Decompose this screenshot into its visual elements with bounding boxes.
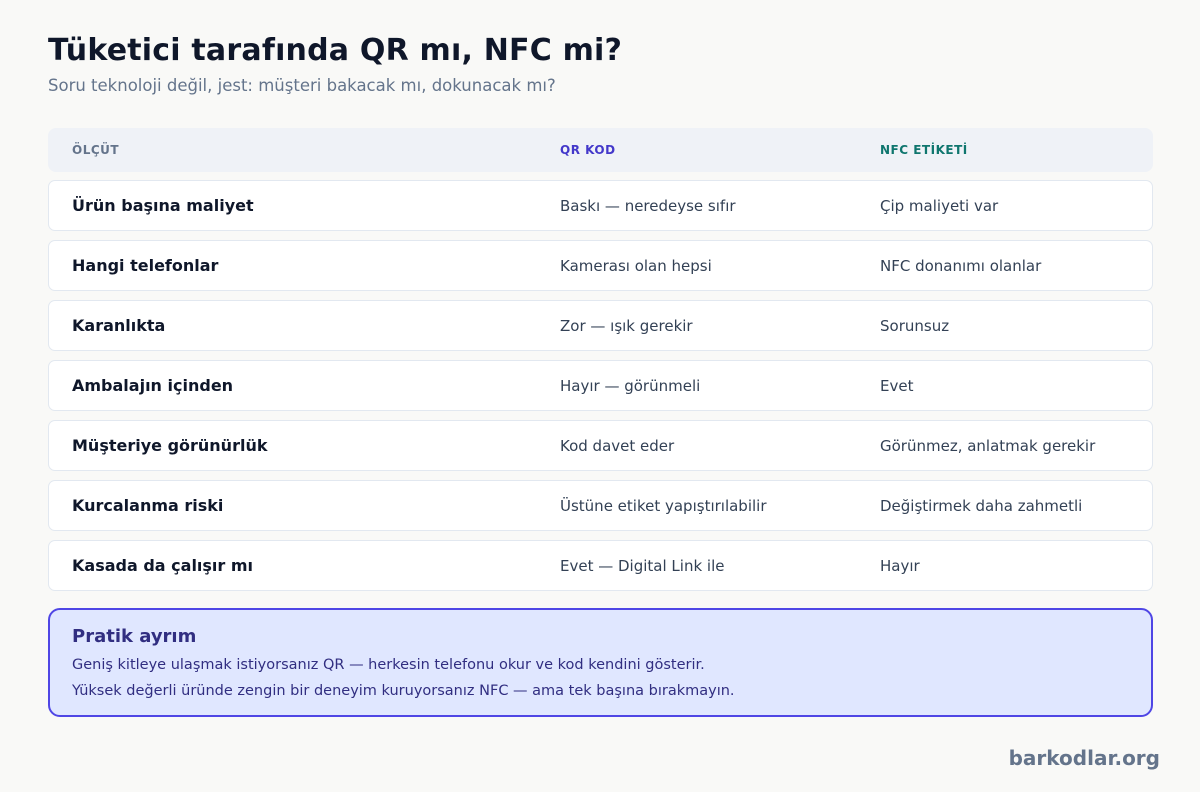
page-title: Tüketici tarafında QR mı, NFC mi? bbox=[48, 33, 623, 68]
row-qr-value: Baskı — neredeyse sıfır bbox=[560, 197, 736, 215]
row-nfc-value: Değiştirmek daha zahmetli bbox=[880, 497, 1083, 515]
row-qr-value: Hayır — görünmeli bbox=[560, 377, 701, 395]
row-criterion: Hangi telefonlar bbox=[72, 256, 219, 275]
row-qr-value: Kamerası olan hepsi bbox=[560, 257, 712, 275]
row-qr-value: Üstüne etiket yapıştırılabilir bbox=[560, 497, 767, 515]
row-criterion: Ambalajın içinden bbox=[72, 376, 234, 395]
row-criterion: Kurcalanma riski bbox=[72, 496, 224, 515]
table-header: ÖLÇÜT QR KOD NFC ETİKETİ bbox=[48, 128, 1153, 172]
callout-title: Pratik ayrım bbox=[72, 626, 197, 647]
table-row: Hangi telefonlar Kamerası olan hepsi NFC… bbox=[48, 240, 1153, 291]
row-criterion: Kasada da çalışır mı bbox=[72, 556, 254, 575]
row-nfc-value: Hayır bbox=[880, 557, 920, 575]
table-row: Kurcalanma riski Üstüne etiket yapıştırı… bbox=[48, 480, 1153, 531]
row-nfc-value: Evet bbox=[880, 377, 914, 395]
row-criterion: Karanlıkta bbox=[72, 316, 166, 335]
column-header-qr: QR KOD bbox=[560, 143, 616, 157]
row-nfc-value: Sorunsuz bbox=[880, 317, 950, 335]
column-header-nfc: NFC ETİKETİ bbox=[880, 143, 968, 157]
table-row: Ambalajın içinden Hayır — görünmeli Evet bbox=[48, 360, 1153, 411]
table-row: Ürün başına maliyet Baskı — neredeyse sı… bbox=[48, 180, 1153, 231]
row-qr-value: Evet — Digital Link ile bbox=[560, 557, 725, 575]
table-row: Kasada da çalışır mı Evet — Digital Link… bbox=[48, 540, 1153, 591]
column-header-criterion: ÖLÇÜT bbox=[72, 143, 120, 157]
row-qr-value: Zor — ışık gerekir bbox=[560, 317, 693, 335]
row-criterion: Müşteriye görünürlük bbox=[72, 436, 268, 455]
comparison-table: Ürün başına maliyet Baskı — neredeyse sı… bbox=[48, 180, 1153, 600]
table-row: Karanlıkta Zor — ışık gerekir Sorunsuz bbox=[48, 300, 1153, 351]
row-nfc-value: Görünmez, anlatmak gerekir bbox=[880, 437, 1096, 455]
row-nfc-value: Çip maliyeti var bbox=[880, 197, 999, 215]
page-subtitle: Soru teknoloji değil, jest: müşteri baka… bbox=[48, 76, 556, 95]
callout-line: Yüksek değerli üründe zengin bir deneyim… bbox=[72, 683, 735, 699]
callout-line: Geniş kitleye ulaşmak istiyorsanız QR — … bbox=[72, 657, 705, 673]
row-criterion: Ürün başına maliyet bbox=[72, 196, 254, 215]
table-row: Müşteriye görünürlük Kod davet eder Görü… bbox=[48, 420, 1153, 471]
practical-distinction-callout: Pratik ayrım Geniş kitleye ulaşmak istiy… bbox=[48, 608, 1153, 717]
footer-brand: barkodlar.org bbox=[1008, 746, 1160, 770]
row-qr-value: Kod davet eder bbox=[560, 437, 675, 455]
row-nfc-value: NFC donanımı olanlar bbox=[880, 257, 1042, 275]
